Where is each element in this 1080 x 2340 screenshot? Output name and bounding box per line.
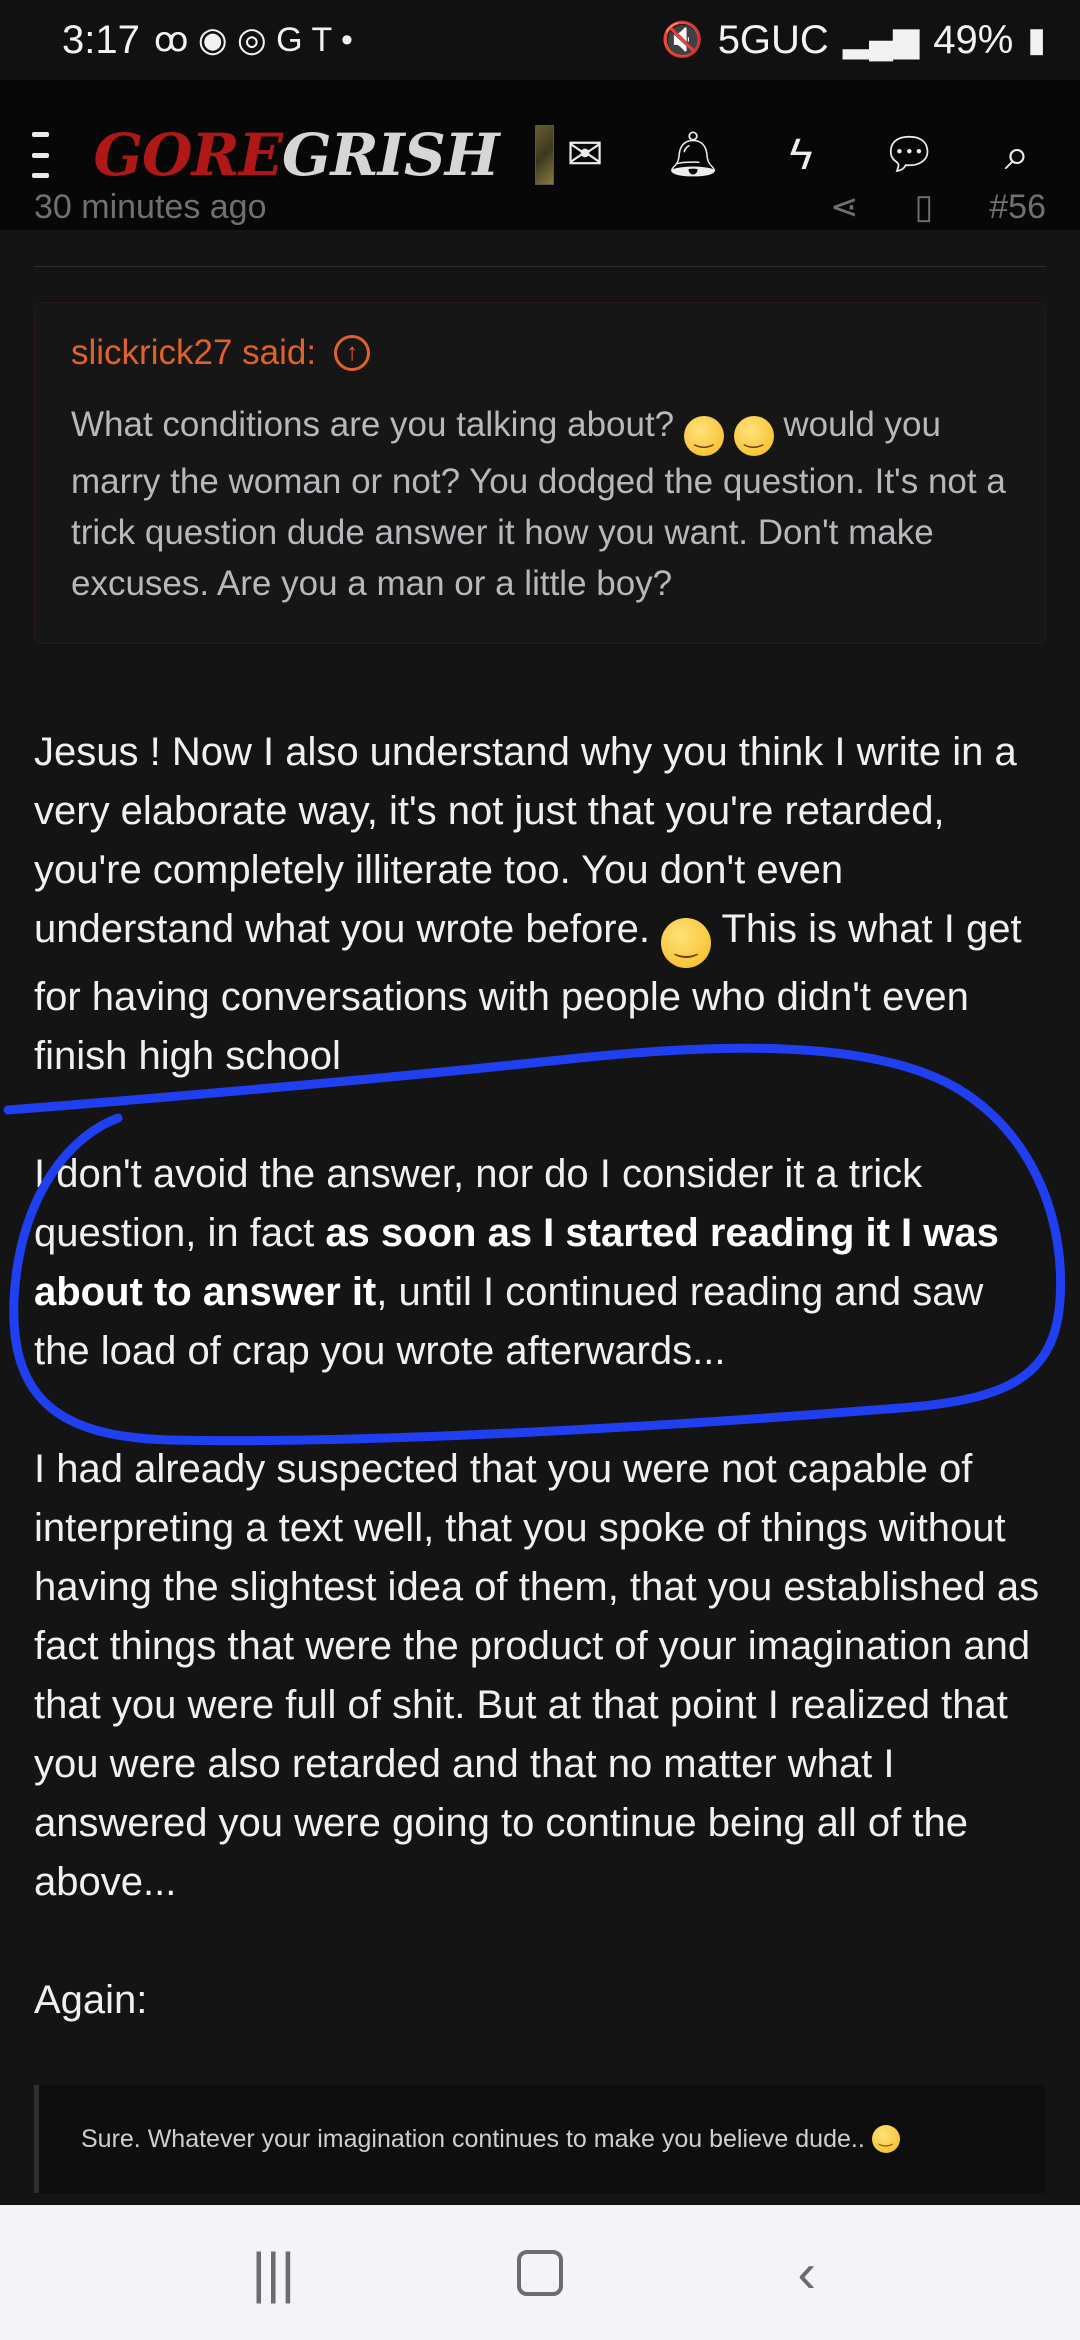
divider: [34, 266, 1046, 267]
quote-text: What conditions are you talking about? ‿…: [71, 399, 1009, 609]
mute-icon: 🔇: [661, 21, 704, 59]
system-nav-bar: ||| ‹: [0, 2205, 1080, 2340]
quote-block: slickrick27 said: ↑ What conditions are …: [34, 302, 1046, 644]
menu-icon[interactable]: [32, 132, 50, 178]
post-time[interactable]: 30 minutes ago: [34, 188, 267, 227]
post-meta: 30 minutes ago ⋖ ▯ #56: [34, 182, 1046, 232]
site-logo[interactable]: GOREGRISH: [93, 121, 500, 189]
user-avatar[interactable]: [534, 125, 554, 185]
joy-emoji-icon: ‿: [661, 918, 712, 968]
post-paragraph-4: Again:: [34, 1978, 148, 2022]
status-right: 🔇 5GUC ▂▄▆ 49% ▮: [661, 18, 1046, 63]
notification-icons: ꝏ ◉ ◎ G T •: [153, 21, 353, 59]
post-actions: ⋖ ▯ #56: [830, 187, 1046, 227]
quote-author[interactable]: slickrick27 said:: [71, 333, 316, 373]
mail-icon[interactable]: ✉: [554, 133, 616, 177]
status-bar: 3:17 ꝏ ◉ ◎ G T • 🔇 5GUC ▂▄▆ 49% ▮: [0, 0, 1080, 80]
post-paragraph-2: I don't avoid the answer, nor do I consi…: [34, 1145, 1046, 1381]
battery-icon: ▮: [1027, 21, 1046, 59]
home-icon: [516, 2249, 563, 2296]
lightning-icon[interactable]: ϟ: [770, 133, 832, 177]
recent-apps-icon[interactable]: |||: [213, 2240, 333, 2305]
back-icon[interactable]: ‹: [747, 2240, 867, 2305]
laugh-emoji-icon: ‿: [871, 2125, 900, 2153]
post-paragraph-1: Jesus ! Now I also understand why you th…: [34, 723, 1046, 1086]
logo-part-grish: GRISH: [281, 121, 500, 189]
post-body: Jesus ! Now I also understand why you th…: [34, 723, 1046, 2030]
search-icon[interactable]: ⌕: [986, 133, 1048, 177]
inner-quote-block: Sure. Whatever your imagination continue…: [34, 2085, 1046, 2193]
logo-part-gore: GORE: [93, 121, 282, 189]
smile-emoji-icon: ‿: [683, 416, 724, 456]
post-paragraph-3: I had already suspected that you were no…: [34, 1447, 1040, 1904]
battery-label: 49%: [933, 17, 1014, 62]
network-label: 5GUC: [717, 17, 829, 62]
rofl-emoji-icon: ‿: [733, 416, 774, 456]
post-number[interactable]: #56: [989, 188, 1046, 227]
quote-text-a: What conditions are you talking about?: [71, 405, 675, 444]
inner-quote-text: Sure. Whatever your imagination continue…: [81, 2124, 865, 2153]
chat-icon[interactable]: 💬︎: [878, 133, 940, 177]
jump-to-quote-icon[interactable]: ↑: [334, 335, 371, 371]
signal-icon: ▂▄▆: [842, 21, 920, 59]
bell-icon[interactable]: 🔔︎: [662, 133, 724, 177]
home-button[interactable]: [480, 2249, 600, 2296]
status-time: 3:17: [62, 17, 140, 62]
nav-icons: ✉ 🔔︎ ϟ 💬︎ ⌕: [554, 133, 1048, 177]
share-icon[interactable]: ⋖: [830, 187, 859, 227]
status-left: 3:17 ꝏ ◉ ◎ G T •: [62, 18, 353, 63]
bookmark-icon[interactable]: ▯: [915, 187, 934, 227]
quote-header[interactable]: slickrick27 said: ↑: [71, 333, 1009, 373]
